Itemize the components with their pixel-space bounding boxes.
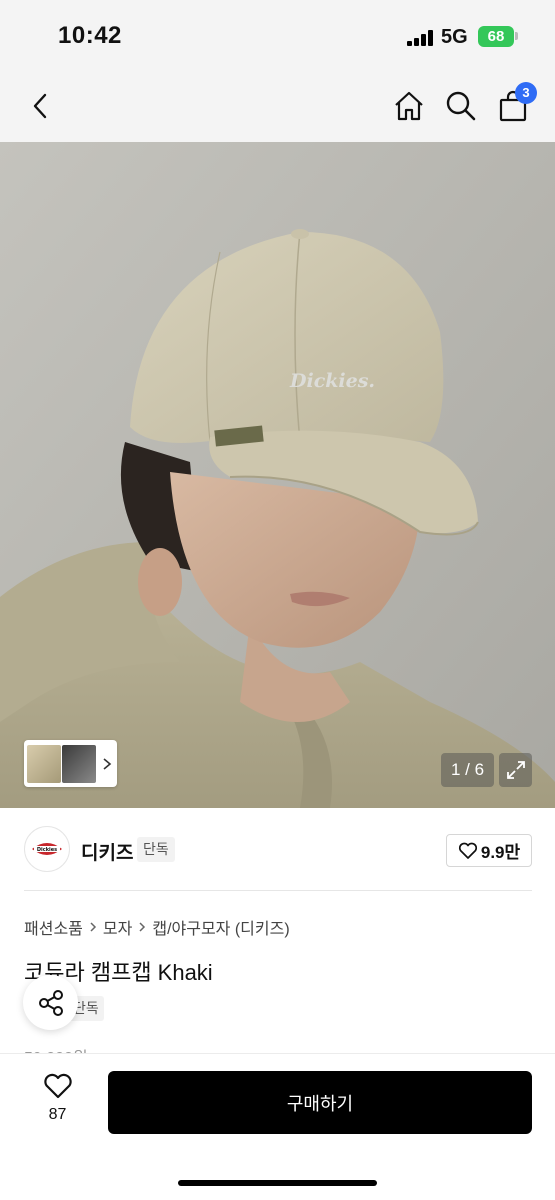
- home-button[interactable]: [391, 88, 427, 124]
- search-button[interactable]: [443, 88, 479, 124]
- search-icon: [446, 91, 476, 121]
- brand-like-button[interactable]: 9.9만: [446, 834, 532, 867]
- status-time: 10:42: [58, 22, 122, 49]
- model-wearing-cap-illustration: Dickies.: [0, 142, 555, 808]
- image-thumbnail-strip[interactable]: [24, 740, 117, 787]
- status-bar: 10:42 5G 68: [0, 0, 555, 72]
- brand-logo-text: Dickies: [37, 847, 57, 853]
- share-button[interactable]: [23, 975, 78, 1030]
- signal-icon: [407, 30, 433, 46]
- brand-logo[interactable]: Dickies: [24, 826, 70, 872]
- cart-count-badge: 3: [515, 82, 537, 104]
- chevron-left-icon: [33, 93, 47, 119]
- home-icon: [395, 91, 423, 121]
- brand-row: Dickies 디키즈 단독 9.9만: [24, 826, 532, 874]
- image-page-counter: 1 / 6: [441, 753, 494, 787]
- brand-exclusive-tag: 단독: [137, 837, 175, 862]
- cart-button[interactable]: 3: [495, 82, 537, 124]
- breadcrumb-item[interactable]: 모자: [103, 915, 132, 939]
- share-icon: [38, 989, 63, 1016]
- home-indicator: [178, 1180, 377, 1186]
- chevron-right-icon: [139, 922, 146, 932]
- brand-name[interactable]: 디키즈: [81, 838, 133, 865]
- battery-icon: 68: [478, 26, 514, 47]
- product-image[interactable]: Dickies.: [0, 142, 555, 808]
- heart-icon: [43, 1073, 72, 1099]
- breadcrumb-item[interactable]: 캡/야구모자 (디키즈): [152, 915, 289, 939]
- battery-level: 68: [487, 28, 505, 45]
- divider: [24, 890, 532, 891]
- nav-bar: 3: [0, 72, 555, 142]
- cap-brand-text: Dickies.: [289, 370, 375, 392]
- battery-tip: [515, 32, 518, 40]
- buy-button[interactable]: 구매하기: [108, 1071, 532, 1134]
- chevron-right-icon: [90, 922, 96, 932]
- dickies-logo-icon: Dickies: [32, 843, 62, 855]
- chevron-right-icon: [103, 757, 112, 770]
- back-button[interactable]: [22, 88, 58, 124]
- network-type: 5G: [441, 26, 468, 48]
- breadcrumb-item[interactable]: 패션소품: [24, 915, 83, 939]
- wishlist-count: 87: [48, 1106, 67, 1123]
- expand-image-button[interactable]: [499, 753, 532, 787]
- expand-icon: [506, 761, 525, 779]
- breadcrumb: 패션소품 모자 캡/야구모자 (디키즈): [24, 915, 290, 939]
- brand-like-count: 9.9만: [480, 843, 521, 862]
- thumbnail-1[interactable]: [27, 744, 61, 783]
- wishlist-button[interactable]: 87: [30, 1073, 85, 1133]
- thumbnail-2[interactable]: [62, 744, 96, 783]
- heart-icon: [458, 842, 477, 859]
